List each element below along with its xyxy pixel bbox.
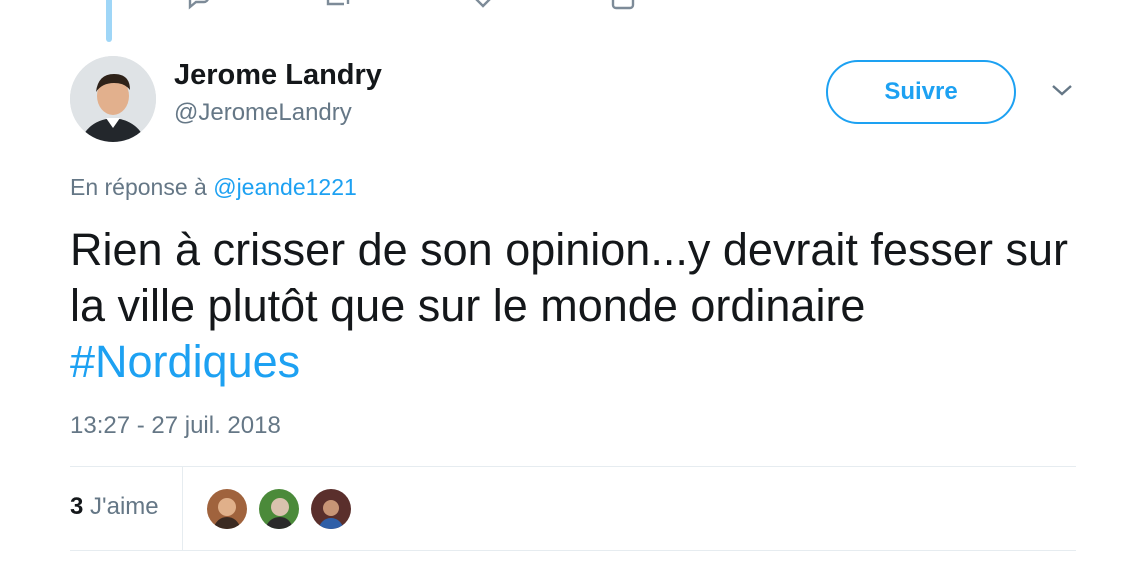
retweet-icon[interactable] [324,0,352,10]
heart-icon[interactable] [470,0,496,10]
author-handle[interactable]: @JeromeLandry [174,99,352,127]
reply-icon[interactable] [186,0,212,10]
reply-context: En réponse à @jeande1221 [70,174,357,201]
reply-prefix: En réponse à [70,174,207,200]
dm-icon[interactable] [610,0,636,10]
author-avatar[interactable] [70,56,156,142]
likes-stat[interactable]: 3 J'aime [70,493,159,521]
tweet-text: Rien à crisser de son opinion...y devrai… [70,222,1070,390]
liker-avatar[interactable] [309,487,353,531]
reply-mention-link[interactable]: @jeande1221 [213,174,357,200]
likers-avatars [205,487,361,531]
chevron-down-icon[interactable] [1050,82,1074,98]
hashtag-link[interactable]: #Nordiques [70,336,300,387]
author-name[interactable]: Jerome Landry [174,59,382,92]
likes-count: 3 [70,493,84,520]
likes-label: J'aime [90,493,159,520]
thread-connector [106,0,112,42]
liker-avatar[interactable] [257,487,301,531]
tweet-body: Rien à crisser de son opinion...y devrai… [70,224,1068,331]
follow-button[interactable]: Suivre [826,60,1016,124]
divider-top [70,466,1076,467]
divider-bottom [70,550,1076,551]
previous-tweet-actions [180,0,660,10]
tweet-timestamp[interactable]: 13:27 - 27 juil. 2018 [70,412,281,440]
stats-separator [182,467,183,551]
liker-avatar[interactable] [205,487,249,531]
